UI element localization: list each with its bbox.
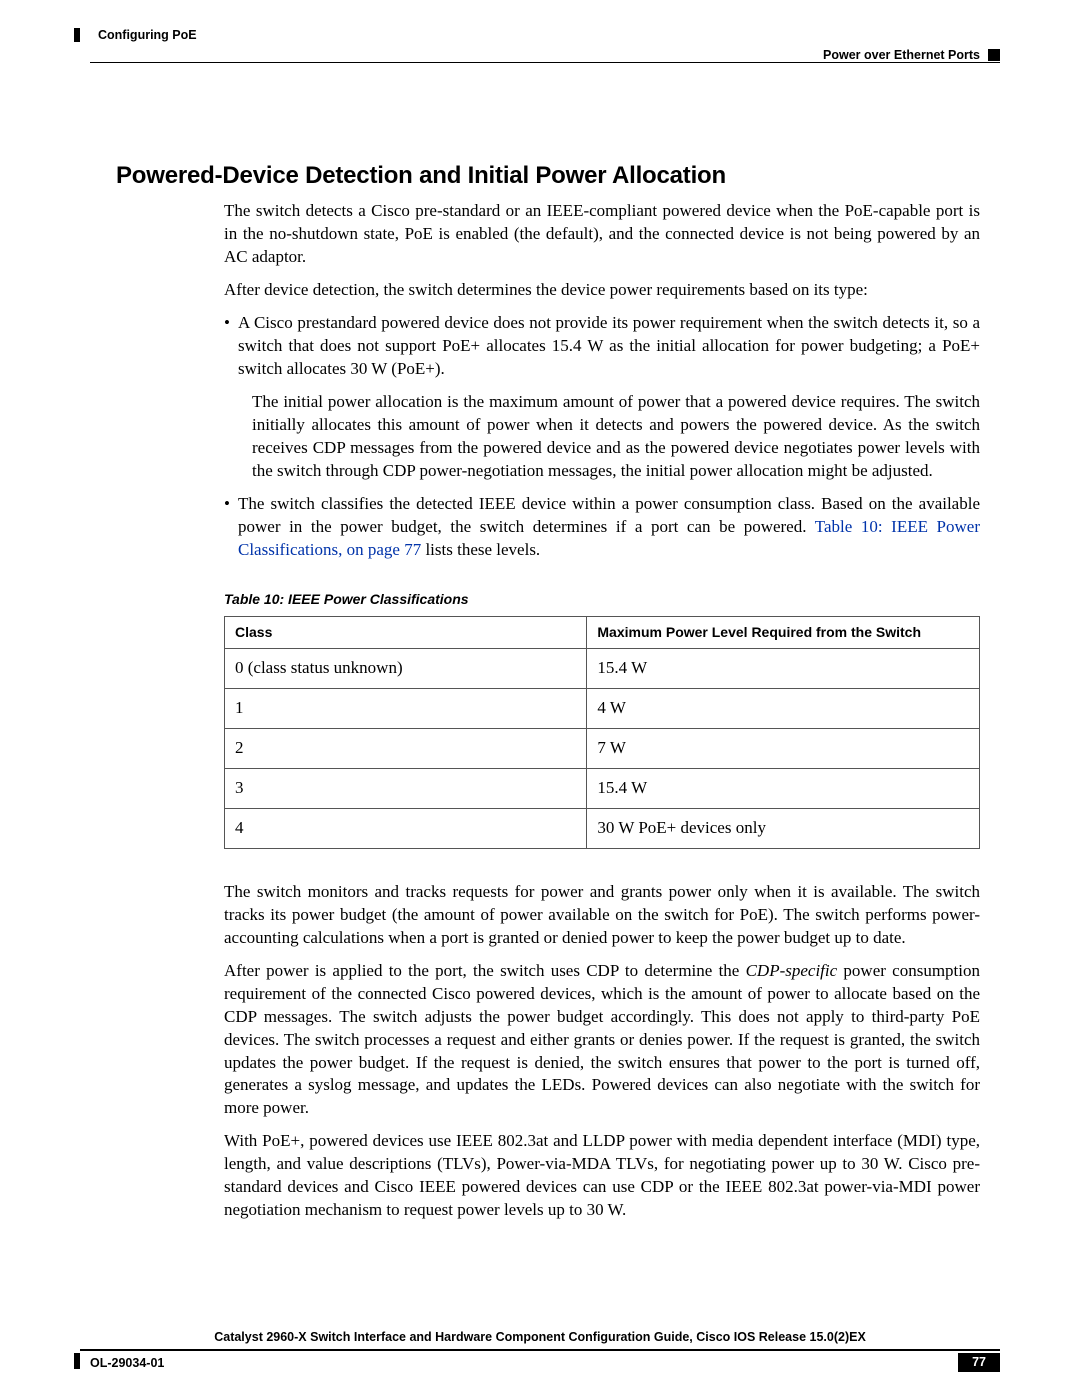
table-header-class: Class [225,617,587,649]
bullet-list: A Cisco prestandard powered device does … [224,312,980,561]
bullet-item-1: A Cisco prestandard powered device does … [224,312,980,483]
table-row: 2 7 W [225,729,980,769]
footer-left-bar [74,1353,80,1369]
bullet-item-2: The switch classifies the detected IEEE … [224,493,980,562]
paragraph-poe-plus: With PoE+, powered devices use IEEE 802.… [224,1130,980,1222]
table-row: 1 4 W [225,689,980,729]
table-header-row: Class Maximum Power Level Required from … [225,617,980,649]
ieee-power-classifications-table: Class Maximum Power Level Required from … [224,616,980,849]
page-footer: Catalyst 2960-X Switch Interface and Har… [80,1329,1000,1375]
footer-book-title: Catalyst 2960-X Switch Interface and Har… [80,1329,1000,1346]
table-cell-class: 0 (class status unknown) [225,649,587,689]
table-cell-class: 2 [225,729,587,769]
p4-italic: CDP-specific [746,961,838,980]
paragraph-monitor: The switch monitors and tracks requests … [224,881,980,950]
table-cell-power: 4 W [587,689,980,729]
table-cell-power: 7 W [587,729,980,769]
intro-paragraph-1: The switch detects a Cisco pre-standard … [224,200,980,269]
table-row: 3 15.4 W [225,769,980,809]
p4-pre: After power is applied to the port, the … [224,961,746,980]
section-heading: Powered-Device Detection and Initial Pow… [116,160,980,192]
footer-row: OL-29034-01 77 [80,1351,1000,1375]
page-header: Configuring PoE Power over Ethernet Port… [80,28,980,68]
bullet-1-subparagraph: The initial power allocation is the maxi… [252,391,980,483]
bullet-1-text: A Cisco prestandard powered device does … [238,313,980,378]
table-cell-class: 4 [225,809,587,849]
table-row: 0 (class status unknown) 15.4 W [225,649,980,689]
body-text: The switch detects a Cisco pre-standard … [224,200,980,1222]
header-rule [90,62,1000,63]
table-row: 4 30 W PoE+ devices only [225,809,980,849]
table-cell-power: 15.4 W [587,769,980,809]
paragraph-cdp: After power is applied to the port, the … [224,960,980,1121]
table-cell-power: 15.4 W [587,649,980,689]
footer-doc-id: OL-29034-01 [90,1355,164,1372]
p4-post: power consumption requirement of the con… [224,961,980,1118]
bullet-2-post-text: lists these levels. [421,540,540,559]
page: Configuring PoE Power over Ethernet Port… [0,0,1080,1397]
intro-paragraph-2: After device detection, the switch deter… [224,279,980,302]
table-cell-power: 30 W PoE+ devices only [587,809,980,849]
table-cell-class: 3 [225,769,587,809]
footer-page-number: 77 [958,1353,1000,1372]
content-area: Powered-Device Detection and Initial Pow… [80,74,980,1222]
table-cell-class: 1 [225,689,587,729]
header-right-square [988,49,1000,61]
table-header-power: Maximum Power Level Required from the Sw… [587,617,980,649]
header-chapter-title: Configuring PoE [98,27,197,44]
table-caption: Table 10: IEEE Power Classifications [224,590,980,609]
header-left-bar [74,28,80,42]
